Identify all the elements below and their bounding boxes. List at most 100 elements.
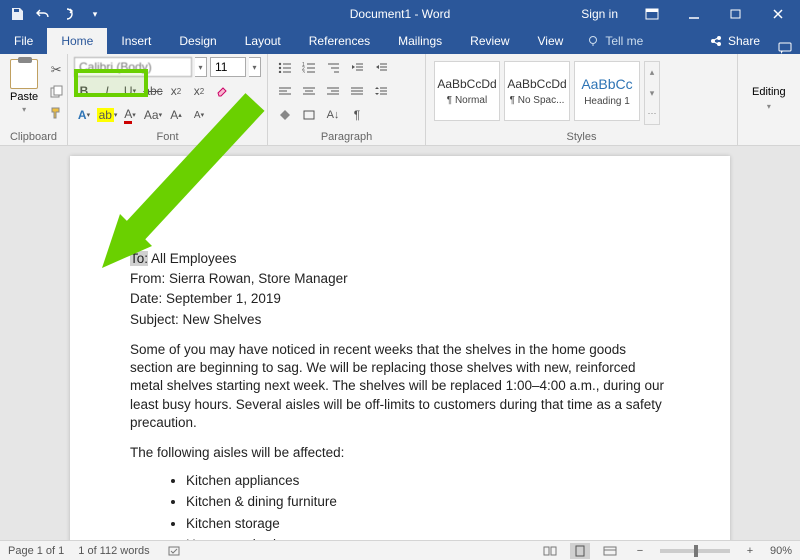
line-spacing-button[interactable]: [370, 81, 392, 101]
memo-date-line: Date: September 1, 2019: [130, 290, 670, 308]
group-font: ▾ ▾ B I U▾ abc x2 x2 A▾ ab▾ A: [68, 54, 268, 145]
underline-button[interactable]: U▾: [120, 81, 140, 101]
ribbon-display-button[interactable]: [632, 0, 672, 28]
chevron-up-icon[interactable]: ▴: [645, 62, 659, 83]
group-paragraph: 123 A↓ ¶: [268, 54, 426, 145]
copy-button[interactable]: [46, 82, 66, 100]
document-title: Document1 - Word: [350, 7, 450, 21]
save-button[interactable]: [6, 3, 28, 25]
bullets-button[interactable]: [274, 57, 296, 77]
tab-insert[interactable]: Insert: [107, 28, 165, 54]
memo-to-line: To: All Employees: [130, 250, 670, 268]
text-effects-button[interactable]: A▾: [74, 105, 94, 125]
svg-text:3: 3: [302, 70, 305, 73]
title-bar: ▾ Document1 - Word Sign in: [0, 0, 800, 28]
shrink-font-button[interactable]: A▾: [189, 105, 209, 125]
decrease-indent-button[interactable]: [346, 57, 368, 77]
comments-pane-button[interactable]: [770, 42, 800, 54]
align-center-button[interactable]: [298, 81, 320, 101]
zoom-level[interactable]: 90%: [770, 545, 792, 557]
tab-layout[interactable]: Layout: [231, 28, 295, 54]
multilevel-list-button[interactable]: [322, 57, 344, 77]
align-right-button[interactable]: [322, 81, 344, 101]
tab-home[interactable]: Home: [47, 28, 107, 54]
spell-check-icon[interactable]: [164, 543, 184, 559]
read-mode-button[interactable]: [540, 543, 560, 559]
show-marks-button[interactable]: ¶: [346, 105, 368, 125]
bullet-list: Kitchen appliances Kitchen & dining furn…: [186, 472, 670, 540]
zoom-in-button[interactable]: +: [740, 543, 760, 559]
tab-design[interactable]: Design: [165, 28, 230, 54]
strikethrough-button[interactable]: abc: [143, 81, 163, 101]
tab-file[interactable]: File: [0, 28, 47, 54]
redo-button[interactable]: [58, 3, 80, 25]
word-count[interactable]: 1 of 112 words: [78, 545, 149, 557]
numbering-button[interactable]: 123: [298, 57, 320, 77]
print-layout-button[interactable]: [570, 543, 590, 559]
quick-access-toolbar: ▾: [0, 3, 106, 25]
chevron-down-icon[interactable]: ▾: [645, 83, 659, 104]
sign-in-button[interactable]: Sign in: [569, 0, 630, 28]
style-no-spacing[interactable]: AaBbCcDd ¶ No Spac...: [504, 61, 570, 121]
share-button[interactable]: Share: [700, 28, 770, 54]
status-bar: Page 1 of 1 1 of 112 words − + 90%: [0, 540, 800, 560]
list-item: Kitchen appliances: [186, 472, 670, 490]
tab-view[interactable]: View: [524, 28, 578, 54]
superscript-button[interactable]: x2: [189, 81, 209, 101]
body-paragraph: The following aisles will be affected:: [130, 444, 670, 462]
font-name-input[interactable]: [74, 57, 192, 77]
group-label: Styles: [432, 129, 731, 143]
format-painter-button[interactable]: [46, 103, 66, 121]
styles-gallery-scroll[interactable]: ▴ ▾ ⋯: [644, 61, 660, 125]
tell-me-search[interactable]: Tell me: [577, 28, 653, 54]
font-size-dropdown[interactable]: ▾: [249, 57, 261, 77]
document-page[interactable]: To: All Employees From: Sierra Rowan, St…: [70, 156, 730, 540]
justify-button[interactable]: [346, 81, 368, 101]
minimize-button[interactable]: [674, 0, 714, 28]
maximize-button[interactable]: [716, 0, 756, 28]
qat-customize-button[interactable]: ▾: [84, 3, 106, 25]
font-size-input[interactable]: [210, 57, 246, 77]
share-icon: [710, 35, 722, 47]
change-case-button[interactable]: Aa▾: [143, 105, 163, 125]
zoom-out-button[interactable]: −: [630, 543, 650, 559]
tab-mailings[interactable]: Mailings: [384, 28, 456, 54]
grow-font-button[interactable]: A▴: [166, 105, 186, 125]
group-editing: Editing ▾: [738, 54, 800, 145]
undo-button[interactable]: [32, 3, 54, 25]
eraser-icon: [215, 84, 229, 98]
group-label: Paragraph: [274, 129, 419, 143]
clipboard-icon: [10, 59, 38, 89]
bold-button[interactable]: B: [74, 81, 94, 101]
sort-button[interactable]: A↓: [322, 105, 344, 125]
document-area[interactable]: To: All Employees From: Sierra Rowan, St…: [0, 146, 800, 540]
align-left-button[interactable]: [274, 81, 296, 101]
close-button[interactable]: [758, 0, 798, 28]
style-normal[interactable]: AaBbCcDd ¶ Normal: [434, 61, 500, 121]
borders-button[interactable]: [298, 105, 320, 125]
page-indicator[interactable]: Page 1 of 1: [8, 545, 64, 557]
shading-button[interactable]: [274, 105, 296, 125]
cut-button[interactable]: ✂: [46, 61, 66, 79]
group-label: Clipboard: [6, 129, 61, 143]
style-heading-1[interactable]: AaBbCc Heading 1: [574, 61, 640, 121]
highlight-button[interactable]: ab▾: [97, 105, 117, 125]
selected-text: To:: [130, 251, 148, 266]
tab-references[interactable]: References: [295, 28, 384, 54]
web-layout-button[interactable]: [600, 543, 620, 559]
tab-review[interactable]: Review: [456, 28, 523, 54]
list-item: Kitchen storage: [186, 515, 670, 533]
clear-formatting-button[interactable]: [212, 81, 232, 101]
font-color-button[interactable]: A▾: [120, 105, 140, 125]
subscript-button[interactable]: x2: [166, 81, 186, 101]
editing-button[interactable]: Editing ▾: [744, 57, 794, 129]
group-styles: AaBbCcDd ¶ Normal AaBbCcDd ¶ No Spac... …: [426, 54, 738, 145]
list-item: Kitchen & dining furniture: [186, 493, 670, 511]
increase-indent-button[interactable]: [370, 57, 392, 77]
font-name-dropdown[interactable]: ▾: [195, 57, 207, 77]
italic-button[interactable]: I: [97, 81, 117, 101]
paste-button[interactable]: Paste ▾: [6, 57, 42, 129]
memo-from-line: From: Sierra Rowan, Store Manager: [130, 270, 670, 288]
more-icon[interactable]: ⋯: [645, 103, 659, 124]
zoom-slider[interactable]: [660, 549, 730, 553]
